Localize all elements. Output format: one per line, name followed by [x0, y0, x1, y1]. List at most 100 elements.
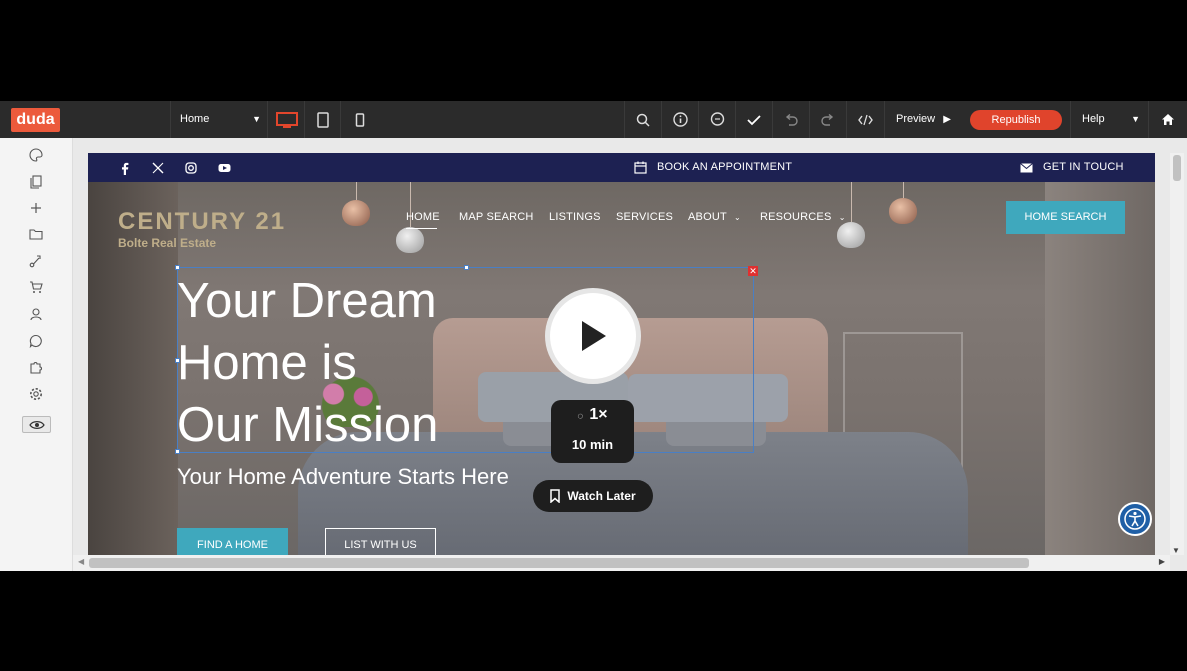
book-appointment-link[interactable]: BOOK AN APPOINTMENT: [657, 161, 792, 173]
search-icon: [636, 113, 650, 127]
headline-line: Our Mission: [177, 398, 439, 452]
speed-value[interactable]: ◌ 1×: [551, 400, 634, 430]
comment-icon: [710, 112, 724, 126]
headline-line: Your Dream: [177, 274, 437, 328]
redo-button[interactable]: [809, 101, 846, 138]
nav-listings[interactable]: LISTINGS: [549, 211, 601, 223]
page-select[interactable]: Home ▼: [170, 101, 268, 138]
nav-resources[interactable]: RESOURCES ⌄: [760, 211, 846, 223]
mobile-view-button[interactable]: [342, 101, 378, 138]
nav-home[interactable]: HOME: [406, 211, 440, 223]
horizontal-scrollbar[interactable]: ◀ ▶: [73, 555, 1170, 571]
scroll-down-arrow[interactable]: ▼: [1172, 546, 1180, 555]
get-in-touch-link[interactable]: GET IN TOUCH: [1043, 161, 1124, 173]
undo-icon: [785, 113, 798, 126]
user-icon: [30, 307, 42, 320]
nav-map-search[interactable]: MAP SEARCH: [459, 211, 534, 223]
folder-icon: [29, 229, 43, 240]
code-button[interactable]: [846, 101, 883, 138]
brand-logo[interactable]: CENTURY 21: [118, 208, 286, 236]
page-select-label: Home: [180, 113, 210, 125]
tablet-icon: [316, 111, 329, 128]
info-button[interactable]: [661, 101, 698, 138]
left-sidebar: [0, 138, 73, 571]
watch-later-button[interactable]: Watch Later: [533, 480, 653, 512]
cart-icon: [30, 280, 43, 293]
code-icon: [857, 114, 873, 125]
dashboard-home-button[interactable]: [1148, 101, 1187, 138]
scroll-right-arrow[interactable]: ▶: [1159, 557, 1165, 566]
home-search-button[interactable]: HOME SEARCH: [1006, 201, 1125, 234]
pendant-lamp: [837, 222, 865, 248]
nav-services[interactable]: SERVICES: [616, 211, 673, 223]
resize-handle[interactable]: [464, 265, 469, 270]
bookmark-icon: [550, 489, 561, 503]
play-button[interactable]: [545, 288, 641, 384]
vertical-scrollbar[interactable]: ▼: [1170, 153, 1184, 555]
desktop-icon: [275, 111, 298, 128]
pages-icon: [30, 175, 42, 189]
instagram-icon[interactable]: [184, 161, 198, 175]
hero-subheading[interactable]: Your Home Adventure Starts Here: [177, 464, 509, 490]
duda-logo: duda: [11, 108, 60, 132]
x-icon[interactable]: [151, 161, 165, 175]
video-frame: duda Home ▼ Preview ▶ Republish Help ▼ B…: [0, 0, 1187, 671]
accessibility-button[interactable]: [1118, 502, 1152, 536]
comments-panel-button[interactable]: [27, 332, 45, 350]
pendant-lamp: [342, 200, 370, 226]
preview-button[interactable]: Preview ▶: [884, 101, 959, 138]
plugin-icon: [30, 362, 42, 374]
scroll-thumb[interactable]: [1173, 155, 1181, 181]
hero-headline[interactable]: Your Dream Home is Our Mission: [177, 270, 438, 456]
settings-button[interactable]: [27, 385, 45, 403]
help-label: Help: [1082, 113, 1105, 125]
calendar-icon: [634, 161, 647, 174]
search-button[interactable]: [624, 101, 661, 138]
check-button[interactable]: [735, 101, 772, 138]
brand-subtitle: Bolte Real Estate: [118, 236, 217, 250]
scroll-thumb[interactable]: [89, 558, 1029, 568]
list-with-us-button[interactable]: LIST WITH US: [325, 528, 436, 555]
flow-icon: [29, 255, 41, 268]
republish-button[interactable]: Republish: [970, 110, 1062, 130]
facebook-icon[interactable]: [118, 161, 132, 175]
playback-speed-control[interactable]: ◌ 1× 10 min: [551, 400, 634, 463]
info-icon: [672, 112, 688, 127]
youtube-icon[interactable]: [217, 161, 231, 175]
pages-button[interactable]: [27, 173, 45, 191]
settings-icon: [30, 388, 42, 400]
play-icon: [582, 321, 606, 351]
video-duration: 10 min: [571, 437, 614, 452]
nav-about[interactable]: ABOUT ⌄: [688, 211, 741, 223]
chevron-down-icon: ▼: [1131, 114, 1140, 124]
nav-resources-label: RESOURCES: [760, 211, 832, 223]
chevron-down-icon: ▼: [252, 114, 261, 124]
find-a-home-button[interactable]: FIND A HOME: [177, 528, 288, 555]
preview-label: Preview: [896, 113, 936, 125]
chevron-down-icon: ⌄: [733, 213, 741, 222]
content-button[interactable]: [27, 225, 45, 243]
hero-background-right: [1045, 182, 1155, 555]
apps-button[interactable]: [27, 358, 45, 376]
preview-toggle-button[interactable]: [22, 416, 51, 433]
check-icon: [747, 114, 761, 125]
close-icon[interactable]: ✕: [748, 266, 758, 276]
scroll-left-arrow[interactable]: ◀: [78, 557, 84, 566]
headline-line: Home is: [177, 336, 357, 390]
add-widget-button[interactable]: [27, 199, 45, 217]
store-button[interactable]: [27, 278, 45, 296]
speed-icon: ◌: [577, 411, 584, 422]
tablet-view-button[interactable]: [305, 101, 341, 138]
chevron-down-icon: ⌄: [838, 213, 846, 222]
desktop-view-button[interactable]: [269, 101, 305, 138]
comments-button[interactable]: [698, 101, 735, 138]
members-button[interactable]: [27, 305, 45, 323]
help-menu[interactable]: Help ▼: [1070, 101, 1148, 138]
undo-button[interactable]: [772, 101, 809, 138]
nav-about-label: ABOUT: [688, 211, 727, 223]
watch-later-label: Watch Later: [567, 489, 636, 503]
design-button[interactable]: [27, 146, 45, 164]
flows-button[interactable]: [27, 252, 45, 270]
add-icon: [31, 203, 41, 213]
envelope-icon: [1020, 163, 1033, 173]
